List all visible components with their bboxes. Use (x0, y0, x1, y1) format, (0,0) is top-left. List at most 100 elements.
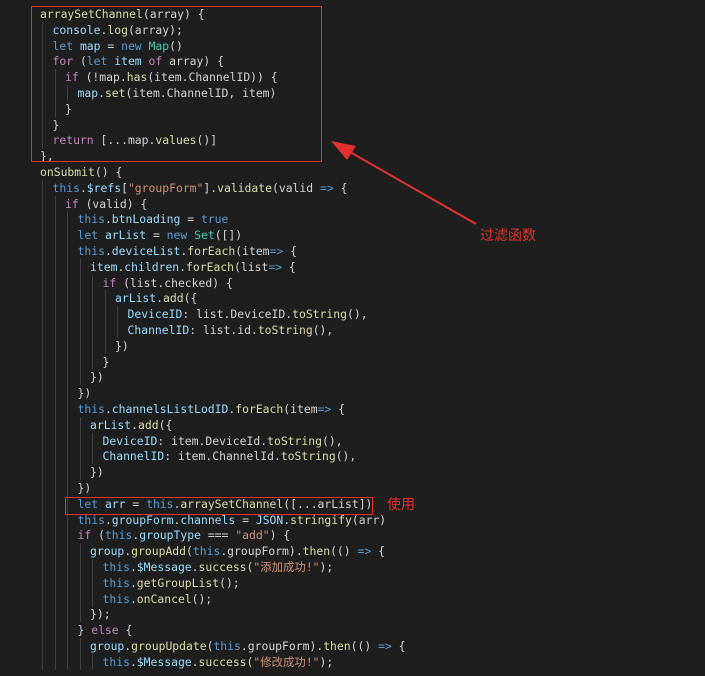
indent-guide (54, 464, 56, 481)
code-token: : item.DeviceId. (157, 433, 268, 448)
code-line[interactable]: ChannelID: item.ChannelId.toString(), (103, 448, 357, 464)
code-line[interactable]: }); (90, 606, 111, 622)
code-token: arList (104, 228, 147, 243)
code-line[interactable]: this.onCancel(); (103, 591, 213, 607)
indent-guide (92, 274, 93, 291)
code-token: ( (98, 528, 105, 543)
filter-function-highlight-box (31, 6, 322, 162)
code-line[interactable]: let arList = new Set([]) (78, 227, 243, 243)
indent-guide (92, 559, 93, 575)
code-line[interactable]: } else { (78, 622, 133, 638)
indent-guide (104, 337, 106, 354)
usage-highlight-box (65, 497, 373, 515)
code-line[interactable]: this.$Message.success("添加成功!"); (103, 559, 334, 575)
code-line[interactable]: group.groupAdd(this.groupForm).then(() =… (90, 543, 385, 559)
code-token: success (198, 560, 247, 574)
indent-guide (54, 559, 56, 575)
code-token: } (77, 623, 92, 638)
indent-guide (67, 574, 68, 591)
code-token: toString (292, 307, 347, 322)
code-line[interactable]: item.children.forEach(list=> { (90, 259, 296, 275)
code-token: then (302, 544, 331, 559)
code-line[interactable]: arList.add({ (90, 417, 172, 433)
code-line[interactable]: this.deviceList.forEach(item=> { (78, 243, 297, 259)
code-token: "add" (235, 528, 270, 543)
indent-guide (54, 638, 56, 654)
indent-guide (67, 385, 68, 402)
code-token: "groupForm" (127, 180, 204, 195)
code-line[interactable]: onSubmit() { (40, 164, 122, 180)
code-line[interactable]: DeviceID: list.DeviceID.toString(), (128, 306, 368, 322)
code-line[interactable]: this.getGroupList(); (103, 575, 240, 591)
code-token: "添加成功!" (253, 560, 320, 574)
code-token: . (104, 402, 112, 416)
code-line[interactable]: }) (115, 338, 129, 354)
code-token: btnLoading (111, 212, 181, 227)
code-token: .groupForm). (240, 639, 324, 653)
indent-guide (79, 448, 81, 465)
code-line[interactable]: ChannelID: list.id.toString(), (128, 322, 334, 338)
indent-guide (42, 495, 43, 512)
code-token: (list.checked) { (123, 275, 233, 290)
code-token: toString (267, 433, 322, 448)
indent-guide (54, 527, 56, 544)
indent-guide (67, 432, 68, 449)
code-line[interactable]: this.channelsListLodID.forEach(item=> { (78, 401, 346, 417)
indent-guide (79, 322, 81, 338)
code-line[interactable]: group.groupUpdate(this.groupForm).then((… (90, 638, 406, 654)
code-token: }); (90, 607, 111, 622)
indent-guide (104, 290, 106, 307)
code-line[interactable]: }) (90, 369, 104, 385)
code-line[interactable]: }) (90, 464, 104, 480)
indent-guide (54, 622, 56, 639)
code-token: groupUpdate (131, 639, 207, 653)
code-line[interactable]: this.$refs["groupForm"].validate(valid =… (53, 180, 348, 196)
indent-guide (79, 337, 81, 354)
indent-guide (42, 590, 43, 607)
indent-guide (104, 322, 106, 338)
indent-guide (54, 448, 56, 465)
indent-guide (67, 401, 68, 417)
code-token: (), (335, 449, 357, 464)
code-token: toString (257, 323, 313, 337)
code-line[interactable]: if (this.groupType === "add") { (78, 527, 291, 543)
indent-guide (79, 590, 81, 607)
code-line[interactable]: if (valid) { (65, 196, 147, 212)
code-token: => (357, 544, 372, 559)
code-token: . (179, 259, 187, 274)
code-line[interactable]: }) (78, 480, 92, 496)
indent-guide (54, 385, 56, 402)
indent-guide (54, 401, 56, 417)
code-token: onSubmit (40, 165, 95, 179)
code-token: if (102, 275, 124, 290)
code-token: DeviceID (127, 307, 183, 322)
indent-guide (79, 638, 81, 654)
code-line[interactable]: if (list.checked) { (103, 275, 233, 291)
indent-guide (67, 543, 68, 560)
code-line[interactable]: }) (78, 385, 92, 401)
code-token: groupType (139, 528, 201, 543)
indent-guide (54, 574, 56, 591)
code-token: (valid (271, 180, 320, 195)
code-line[interactable]: this.btnLoading = true (78, 211, 229, 227)
code-line[interactable]: DeviceID: item.DeviceId.toString(), (103, 433, 343, 449)
code-line[interactable]: this.$Message.success("修改成功!"); (103, 654, 334, 670)
code-token: } (102, 354, 110, 369)
code-token: () { (94, 165, 123, 179)
indent-guide (67, 653, 68, 670)
code-token: . (191, 560, 199, 574)
indent-guide (67, 306, 68, 323)
indent-guide (42, 653, 43, 670)
code-token: . (156, 291, 164, 306)
code-token: }) (77, 386, 92, 401)
indent-guide (42, 543, 43, 560)
code-token: . (129, 575, 137, 590)
indent-guide (67, 559, 68, 575)
indent-guide (54, 243, 56, 259)
code-token: . (131, 417, 139, 432)
code-token: toString (280, 449, 336, 464)
code-line[interactable]: } (103, 354, 110, 370)
code-token: this (77, 402, 105, 416)
code-line[interactable]: arList.add({ (115, 290, 197, 306)
indent-guide (54, 432, 56, 449)
